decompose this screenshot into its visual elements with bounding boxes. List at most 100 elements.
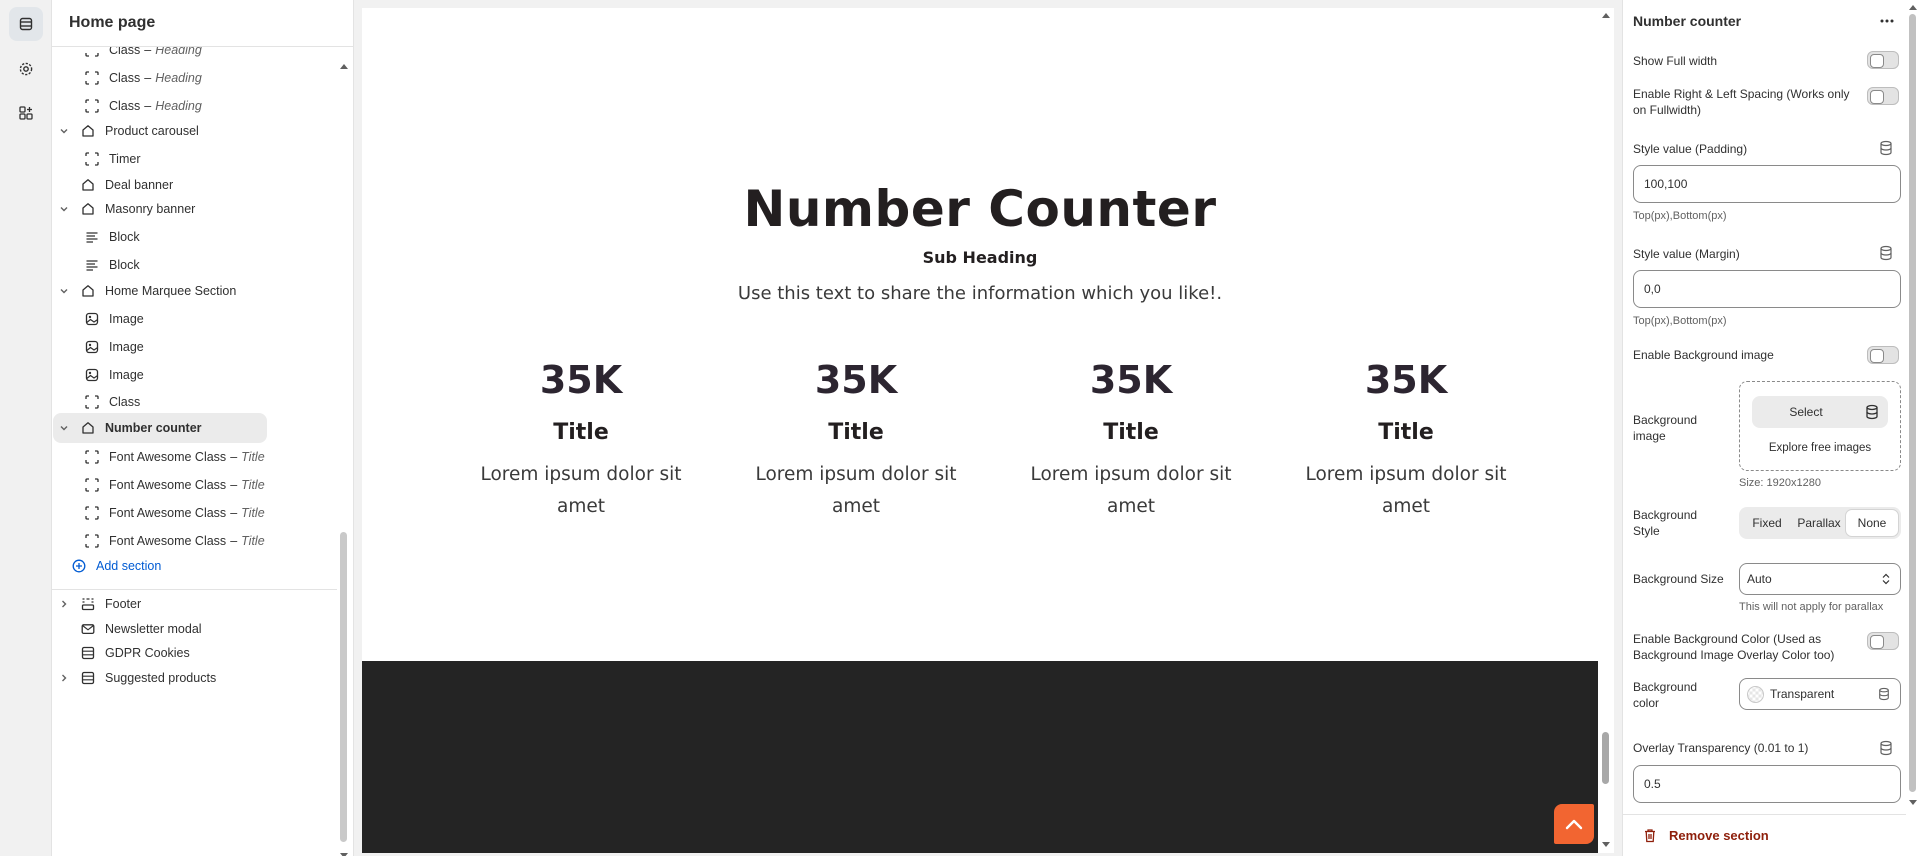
apps-icon[interactable] bbox=[9, 96, 43, 130]
bg-size-value: Auto bbox=[1747, 572, 1772, 586]
preview-scrollbar-thumb[interactable] bbox=[1602, 732, 1609, 784]
remove-section-button[interactable]: Remove section bbox=[1643, 828, 1769, 843]
chevron-down-icon[interactable] bbox=[59, 126, 69, 136]
enable-bg-color-toggle[interactable] bbox=[1867, 632, 1899, 650]
tree-item[interactable]: Image bbox=[84, 360, 324, 390]
tree-item[interactable]: Number counter bbox=[53, 413, 267, 443]
scroll-down-arrow[interactable] bbox=[1602, 842, 1610, 848]
tree-item-type: Title bbox=[241, 506, 265, 520]
tree-item-label: Font Awesome Class bbox=[109, 478, 227, 492]
tree-item[interactable]: Image bbox=[84, 332, 324, 362]
image-icon bbox=[84, 339, 100, 355]
tree-item-type: Title bbox=[241, 478, 265, 492]
tree-item[interactable]: Font Awesome Class – Title bbox=[84, 498, 324, 528]
margin-input[interactable]: 0,0 bbox=[1633, 270, 1901, 308]
bg-color-picker[interactable]: Transparent bbox=[1739, 678, 1901, 710]
chevron-down-icon[interactable] bbox=[59, 423, 69, 433]
explore-free-images-link[interactable]: Explore free images bbox=[1740, 442, 1900, 454]
tree-item-label: Timer bbox=[109, 152, 141, 166]
scroll-down-arrow[interactable] bbox=[1909, 800, 1917, 806]
tree-item-label: Footer bbox=[105, 597, 142, 611]
database-icon[interactable] bbox=[1878, 687, 1890, 701]
tree-item[interactable]: Suggested products bbox=[56, 663, 216, 693]
bg-style-option[interactable]: None bbox=[1845, 509, 1899, 537]
enable-spacing-toggle[interactable] bbox=[1867, 87, 1899, 105]
counter-sub-heading: Sub Heading bbox=[922, 248, 1038, 267]
section-icon bbox=[80, 283, 96, 299]
tree-item-separator: – bbox=[230, 506, 238, 520]
scroll-down-arrow[interactable] bbox=[340, 846, 348, 856]
chevron-down-icon[interactable] bbox=[59, 286, 69, 296]
database-icon[interactable] bbox=[1879, 245, 1893, 266]
tree-item-label: Suggested products bbox=[105, 671, 217, 685]
chevron-right-icon[interactable] bbox=[59, 599, 69, 609]
database-icon[interactable] bbox=[1879, 740, 1893, 761]
bg-style-option[interactable]: Parallax bbox=[1793, 509, 1845, 537]
counter-text: Lorem ipsum dolor sit amet bbox=[1305, 464, 1507, 517]
block-dashed-icon bbox=[84, 47, 100, 58]
tree-item[interactable]: Image bbox=[84, 304, 324, 334]
settings-scrollbar-track[interactable] bbox=[1907, 0, 1919, 814]
margin-hint: Top(px),Bottom(px) bbox=[1633, 315, 1727, 327]
mail-icon bbox=[80, 621, 96, 637]
scroll-up-arrow[interactable] bbox=[1602, 12, 1610, 18]
tree-item[interactable]: Font Awesome Class – Title bbox=[84, 442, 324, 472]
tree-item[interactable]: Home Marquee Section bbox=[53, 276, 293, 306]
bg-size-hint: This will not apply for parallax bbox=[1739, 601, 1884, 613]
bg-color-value: Transparent bbox=[1770, 687, 1835, 701]
tree-item[interactable]: Masonry banner bbox=[53, 194, 293, 224]
footer-icon bbox=[80, 596, 96, 612]
bg-color-label: Background color bbox=[1633, 680, 1698, 710]
counter-title: Title bbox=[1378, 420, 1434, 445]
block-dashed-icon bbox=[84, 533, 100, 549]
counter-text: Lorem ipsum dolor sit amet bbox=[480, 464, 682, 517]
tree-item-separator: – bbox=[144, 99, 152, 113]
preview-area: Number Counter Sub Heading Use this text… bbox=[354, 0, 1622, 856]
database-icon[interactable] bbox=[1879, 140, 1893, 161]
tree-scrollbar[interactable] bbox=[340, 532, 347, 842]
bg-size-select[interactable]: Auto bbox=[1739, 563, 1901, 595]
scroll-top-button[interactable] bbox=[1554, 804, 1594, 844]
sections-icon[interactable] bbox=[9, 7, 43, 41]
counter-item: 35K Title Lorem ipsum dolor sit amet bbox=[471, 358, 691, 523]
tree-item-label: Masonry banner bbox=[105, 202, 196, 216]
tree-item-label: Image bbox=[109, 312, 144, 326]
overlay-label: Overlay Transparency (0.01 to 1) bbox=[1633, 741, 1809, 755]
tree-item[interactable]: Product carousel bbox=[53, 116, 293, 146]
add-section-button[interactable]: Add section bbox=[71, 551, 161, 581]
tree-item[interactable]: Class – Heading bbox=[84, 63, 324, 93]
tree-item[interactable]: Font Awesome Class – Title bbox=[84, 470, 324, 500]
section-icon bbox=[80, 201, 96, 217]
scroll-up-arrow[interactable] bbox=[340, 56, 348, 69]
section-icon bbox=[80, 123, 96, 139]
bg-style-option[interactable]: Fixed bbox=[1741, 509, 1793, 537]
enable-bg-image-toggle[interactable] bbox=[1867, 346, 1899, 364]
show-full-width-toggle[interactable] bbox=[1867, 51, 1899, 69]
padding-input[interactable]: 100,100 bbox=[1633, 165, 1901, 203]
counter-number: 35K bbox=[1364, 358, 1448, 402]
tree-item-label: Home Marquee Section bbox=[105, 284, 237, 298]
settings-gear-icon[interactable] bbox=[9, 52, 43, 86]
preview-scrollbar-track[interactable] bbox=[1598, 8, 1614, 853]
text-lines-icon bbox=[84, 229, 100, 245]
scroll-up-arrow[interactable] bbox=[1909, 4, 1917, 10]
tree-item-label: Product carousel bbox=[105, 124, 199, 138]
chevron-right-icon[interactable] bbox=[59, 673, 69, 683]
tree-item-label: Font Awesome Class bbox=[109, 534, 227, 548]
settings-scrollbar-thumb[interactable] bbox=[1909, 14, 1916, 792]
overlay-input[interactable]: 0.5 bbox=[1633, 765, 1901, 803]
counter-title: Title bbox=[553, 420, 609, 445]
chevron-down-icon[interactable] bbox=[59, 204, 69, 214]
more-options-icon[interactable] bbox=[1879, 14, 1895, 33]
tree-item[interactable]: Block bbox=[84, 222, 324, 252]
bg-style-segmented-control: Fixed Parallax None bbox=[1739, 507, 1901, 539]
tree-item-separator: – bbox=[144, 47, 152, 57]
database-icon[interactable] bbox=[1865, 404, 1879, 425]
section-tree-panel: Home page Class – Heading Class – Heading Clas… bbox=[52, 0, 354, 856]
section-icon bbox=[80, 420, 96, 436]
tree-item-label: Class bbox=[109, 47, 141, 57]
counter-number: 35K bbox=[814, 358, 898, 402]
tree-item-type: Title bbox=[241, 534, 265, 548]
section-icon bbox=[80, 177, 96, 193]
preview-frame: Number Counter Sub Heading Use this text… bbox=[362, 8, 1598, 853]
